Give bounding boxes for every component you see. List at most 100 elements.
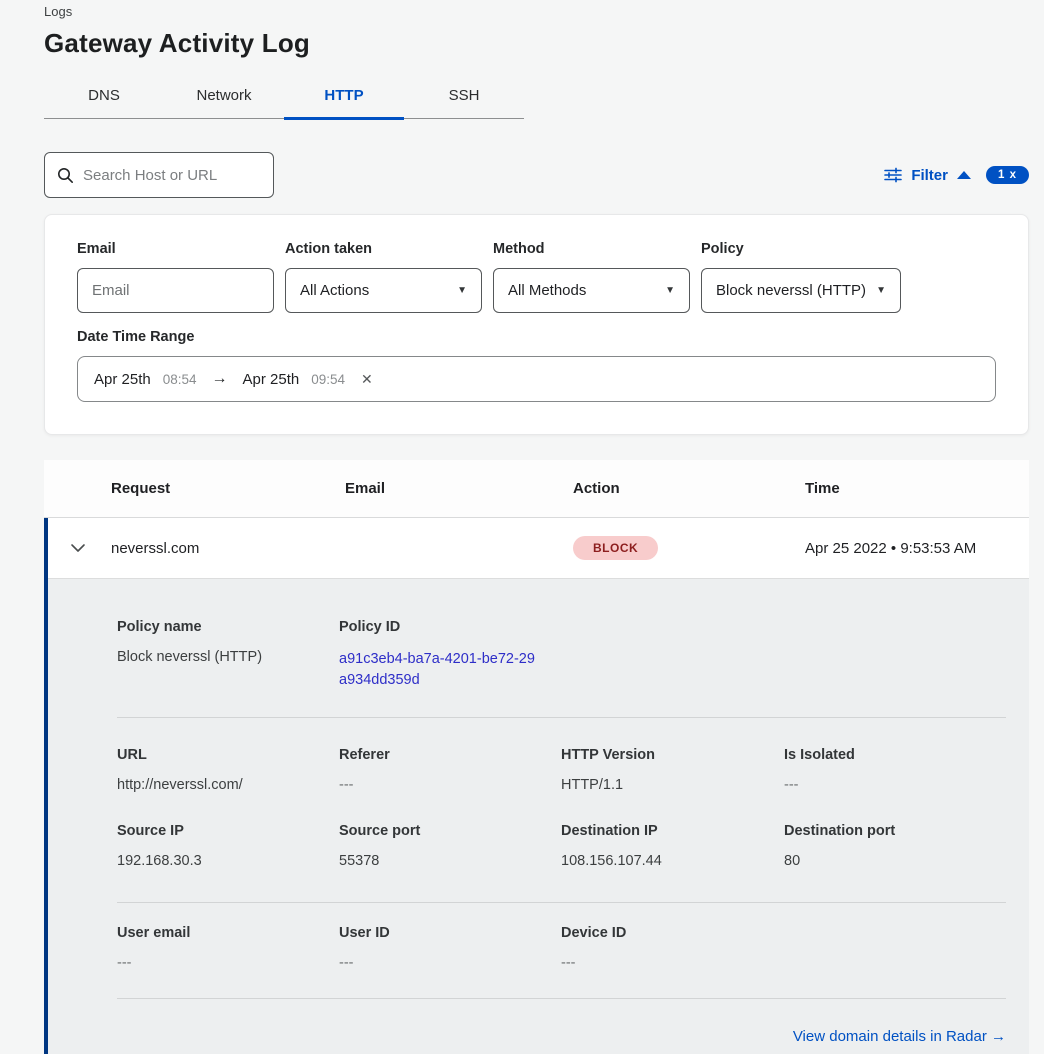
search-icon [57,167,74,184]
col-header-request: Request [111,480,345,497]
date-range-label: Date Time Range [77,329,996,345]
range-arrow-icon: → [209,370,231,388]
policy-name-field: Policy name Block neverssl (HTTP) [117,619,339,691]
destination-port-value: 80 [784,853,1006,869]
user-email-value: --- [117,955,339,971]
method-label: Method [493,241,690,257]
policy-name-value: Block neverssl (HTTP) [117,649,339,665]
destination-ip-label: Destination IP [561,823,784,839]
clear-range-icon[interactable]: ✕ [361,371,373,388]
policy-value: Block neverssl (HTTP) [716,282,866,299]
url-value: http://neverssl.com/ [117,777,339,793]
page-content: Logs Gateway Activity Log DNS Network HT… [0,0,1044,1054]
table-header-row: Request Email Action Time [44,460,1029,518]
search-input[interactable] [83,167,261,184]
policy-section: Policy name Block neverssl (HTTP) Policy… [117,619,1006,691]
range-start-time[interactable]: 08:54 [163,372,197,387]
referer-field: Referer --- [339,747,561,793]
email-filter-label: Email [77,241,274,257]
tab-http[interactable]: HTTP [284,79,404,120]
filter-label: Filter [911,167,948,184]
user-email-field: User email --- [117,925,339,971]
network-section: Source IP 192.168.30.3 Source port 55378… [117,823,1006,869]
col-header-email: Email [345,480,573,497]
user-id-value: --- [339,955,561,971]
action-taken-value: All Actions [300,282,369,299]
http-version-label: HTTP Version [561,747,784,763]
method-select[interactable]: All Methods ▼ [493,268,690,313]
block-status-badge: BLOCK [573,536,658,560]
breadcrumb: Logs [44,4,1029,19]
user-email-label: User email [117,925,339,941]
action-taken-label: Action taken [285,241,482,257]
tab-bar: DNS Network HTTP SSH [44,79,524,119]
policy-select[interactable]: Block neverssl (HTTP) ▼ [701,268,901,313]
email-filter-field: Email [77,241,274,313]
policy-name-label: Policy name [117,619,339,635]
device-id-value: --- [561,955,784,971]
col-header-time: Time [805,480,1029,497]
policy-label: Policy [701,241,901,257]
date-range-picker[interactable]: Apr 25th 08:54 → Apr 25th 09:54 ✕ [77,356,996,402]
source-port-field: Source port 55378 [339,823,561,869]
device-id-field: Device ID --- [561,925,784,971]
is-isolated-field: Is Isolated --- [784,747,1006,793]
row-detail-panel: Policy name Block neverssl (HTTP) Policy… [44,578,1029,1054]
filter-panel: Email Action taken All Actions ▼ Method … [44,214,1029,435]
filter-toggle[interactable]: Filter 1 x [884,166,1029,184]
radar-link-row: View domain details in Radar → [117,999,1006,1046]
date-range-field: Date Time Range Apr 25th 08:54 → Apr 25t… [77,329,996,402]
radar-link[interactable]: View domain details in Radar → [793,1028,1006,1045]
filter-row: Email Action taken All Actions ▼ Method … [77,241,996,313]
action-taken-field: Action taken All Actions ▼ [285,241,482,313]
table-row[interactable]: neverssl.com BLOCK Apr 25 2022 • 9:53:53… [44,518,1029,578]
row-expand-toggle[interactable] [44,543,111,553]
source-ip-label: Source IP [117,823,339,839]
is-isolated-value: --- [784,777,1006,793]
referer-value: --- [339,777,561,793]
http-version-value: HTTP/1.1 [561,777,784,793]
source-port-label: Source port [339,823,561,839]
range-start-date[interactable]: Apr 25th [94,371,151,388]
range-end-date[interactable]: Apr 25th [243,371,300,388]
policy-field: Policy Block neverssl (HTTP) ▼ [701,241,901,313]
device-id-label: Device ID [561,925,784,941]
policy-id-field: Policy ID a91c3eb4-ba7a-4201-be72-29a934… [339,619,561,691]
search-box[interactable] [44,152,274,198]
email-filter-input[interactable] [77,268,274,313]
user-section: User email --- User ID --- Device ID --- [117,925,1006,971]
filter-sliders-icon [884,167,902,183]
referer-label: Referer [339,747,561,763]
user-id-field: User ID --- [339,925,561,971]
tab-network[interactable]: Network [164,79,284,120]
destination-ip-field: Destination IP 108.156.107.44 [561,823,784,869]
range-end-time[interactable]: 09:54 [311,372,345,387]
row-request: neverssl.com [111,540,345,557]
collapse-caret-icon [957,171,971,179]
destination-ip-value: 108.156.107.44 [561,853,784,869]
action-taken-select[interactable]: All Actions ▼ [285,268,482,313]
is-isolated-label: Is Isolated [784,747,1006,763]
detail-divider [117,717,1006,718]
col-header-action: Action [573,480,805,497]
policy-id-link[interactable]: a91c3eb4-ba7a-4201-be72-29a934dd359d [339,649,535,691]
source-port-value: 55378 [339,853,561,869]
destination-port-label: Destination port [784,823,1006,839]
tab-ssh[interactable]: SSH [404,79,524,120]
detail-divider [117,902,1006,903]
row-time: Apr 25 2022 • 9:53:53 AM [805,540,1029,557]
chevron-down-icon: ▼ [876,285,886,296]
policy-id-label: Policy ID [339,619,561,635]
method-value: All Methods [508,282,586,299]
chevron-down-icon: ▼ [457,285,467,296]
method-field: Method All Methods ▼ [493,241,690,313]
http-version-field: HTTP Version HTTP/1.1 [561,747,784,793]
user-id-label: User ID [339,925,561,941]
http-section: URL http://neverssl.com/ Referer --- HTT… [117,747,1006,793]
tab-dns[interactable]: DNS [44,79,164,120]
url-label: URL [117,747,339,763]
chevron-down-icon: ▼ [665,285,675,296]
toolbar: Filter 1 x [44,152,1029,198]
filter-count-badge[interactable]: 1 x [986,166,1029,184]
source-ip-field: Source IP 192.168.30.3 [117,823,339,869]
